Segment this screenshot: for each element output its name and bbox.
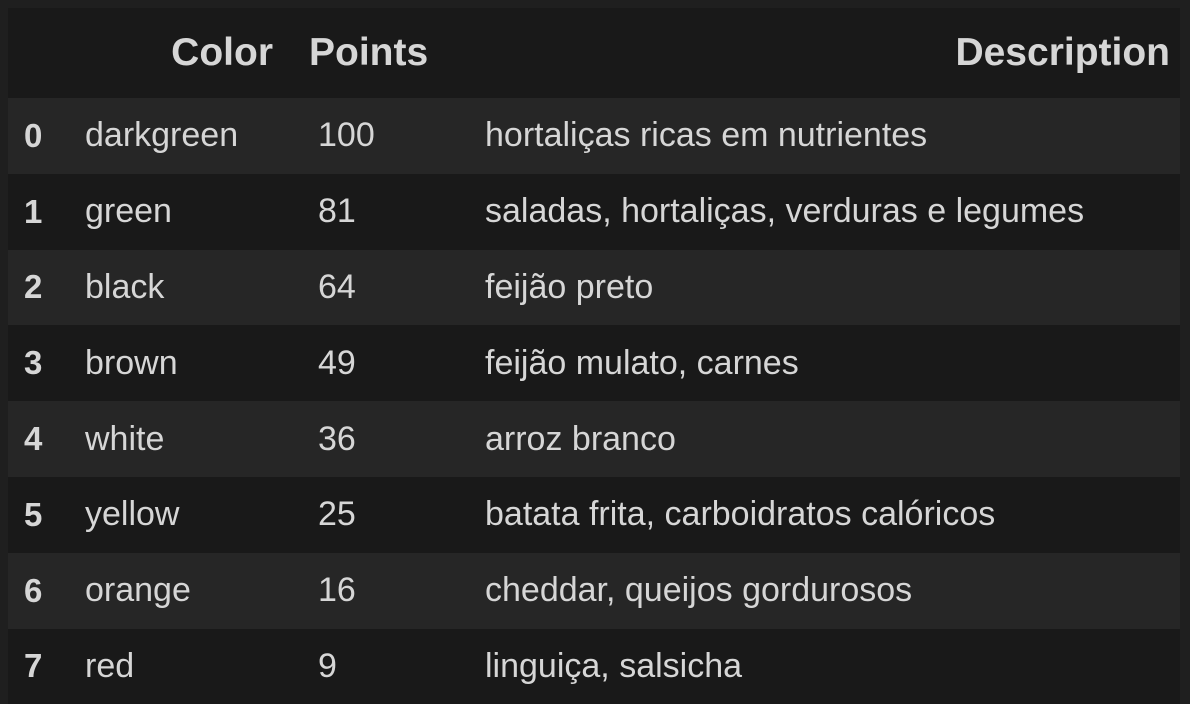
color-cell: orange [85,571,191,610]
table-row: 7 red 9 linguiça, salsicha [8,628,1180,704]
index-header [8,8,73,98]
description-cell: feijão mulato, carnes [485,343,799,382]
description-cell: cheddar, queijos gordurosos [485,571,913,610]
dataframe-table: Color Points Description 0 darkgreen 100… [8,8,1180,704]
points-cell: 25 [318,495,356,534]
color-cell: green [85,192,172,231]
points-cell: 9 [318,646,337,685]
row-index: 0 [24,116,43,154]
table-row: 3 brown 49 feijão mulato, carnes [8,325,1180,402]
description-cell: linguiça, salsicha [485,646,743,685]
color-cell: yellow [85,495,180,534]
table-header: Color Points Description [8,8,1180,98]
color-cell: red [85,646,135,685]
row-index: 4 [24,420,43,458]
header-row: Color Points Description [8,8,1180,98]
table-row: 6 orange 16 cheddar, queijos gordurosos [8,552,1180,629]
color-cell: brown [85,343,178,382]
points-cell: 64 [318,267,356,306]
row-index: 6 [24,571,43,609]
row-index: 7 [24,647,43,685]
points-cell: 100 [318,116,375,155]
description-cell: batata frita, carboidratos calóricos [485,495,996,534]
description-cell: saladas, hortaliças, verduras e legumes [485,192,1085,231]
color-cell: white [85,419,165,458]
color-column-header: Color [171,31,273,74]
row-index: 1 [24,192,43,230]
points-cell: 16 [318,571,356,610]
points-cell: 81 [318,192,356,231]
description-cell: hortaliças ricas em nutrientes [485,116,928,155]
color-cell: black [85,267,165,306]
points-cell: 49 [318,343,356,382]
row-index: 2 [24,268,43,306]
row-index: 3 [24,344,43,382]
table-row: 1 green 81 saladas, hortaliças, verduras… [8,173,1180,250]
color-cell: darkgreen [85,116,239,155]
table-body: 0 darkgreen 100 hortaliças ricas em nutr… [8,98,1180,704]
points-cell: 36 [318,419,356,458]
description-column-header: Description [955,31,1170,74]
row-index: 5 [24,495,43,533]
table-row: 2 black 64 feijão preto [8,249,1180,326]
description-cell: arroz branco [485,419,676,458]
points-column-header: Points [309,31,429,74]
table-row: 0 darkgreen 100 hortaliças ricas em nutr… [8,98,1180,174]
table-row: 4 white 36 arroz branco [8,401,1180,477]
dataframe-output: Color Points Description 0 darkgreen 100… [8,8,1180,704]
description-cell: feijão preto [485,267,654,306]
table-row: 5 yellow 25 batata frita, carboidratos c… [8,476,1180,553]
